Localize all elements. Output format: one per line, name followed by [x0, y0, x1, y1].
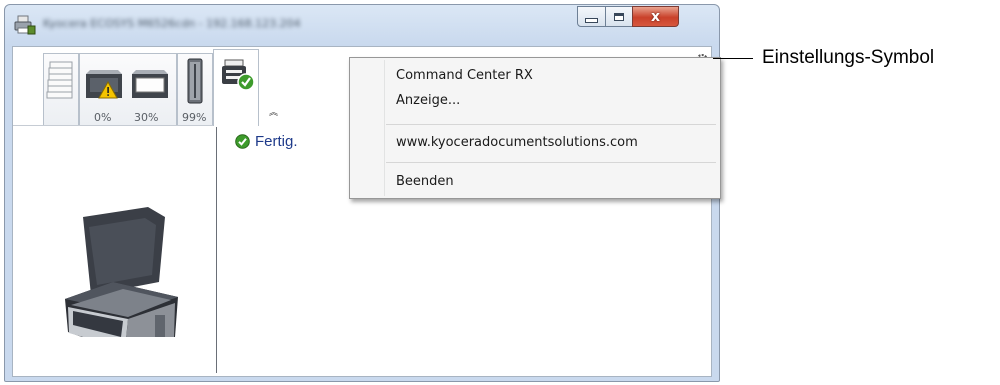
toner-level-2: 30%: [134, 111, 159, 124]
minimize-button[interactable]: [577, 6, 606, 27]
toner-level-1: 0%: [94, 111, 112, 124]
menu-item-display[interactable]: Anzeige...: [396, 91, 460, 111]
printer-image-icon: [65, 207, 178, 337]
panel-divider-horizontal: [13, 125, 213, 126]
maximize-icon: [614, 12, 624, 21]
status-message: Fertig.: [235, 133, 298, 150]
callout-line: [713, 58, 753, 59]
paper-stack-icon: [46, 61, 73, 99]
app-printer-icon: [14, 15, 36, 35]
menu-item-command-center[interactable]: Command Center RX: [396, 66, 533, 86]
minimize-icon: [585, 18, 598, 23]
menu-separator: [386, 162, 716, 163]
close-icon: x: [650, 8, 661, 25]
settings-context-menu: Command Center RX Anzeige... www.kyocera…: [349, 57, 721, 199]
collapse-arrow-icon[interactable]: ︽: [269, 105, 278, 118]
toner-icon: [132, 70, 168, 98]
tab-waste-toner[interactable]: 99%: [177, 53, 213, 125]
tab-paper[interactable]: [43, 53, 79, 125]
tab-printer-status[interactable]: [213, 49, 259, 126]
menu-gutter: [384, 60, 385, 196]
menu-item-website[interactable]: www.kyoceradocumentsolutions.com: [396, 133, 638, 153]
settings-icon-callout: Einstellungs-Symbol: [762, 47, 935, 68]
status-text: Fertig.: [255, 133, 298, 150]
menu-item-exit[interactable]: Beenden: [396, 172, 454, 192]
window-title: Kyocera ECOSYS M6526cdn - 192.168.123.20…: [43, 17, 301, 30]
waste-toner-box-icon: [187, 58, 203, 104]
ready-check-icon: [235, 134, 250, 149]
toner-warning-icon: [86, 70, 122, 99]
panel-divider-vertical: [216, 127, 217, 373]
printer-status-icon: [222, 59, 255, 91]
close-button[interactable]: x: [632, 6, 679, 27]
title-bar[interactable]: Kyocera ECOSYS M6526cdn - 192.168.123.20…: [5, 5, 719, 41]
maximize-button[interactable]: [605, 6, 633, 27]
toner-level-3: 99%: [182, 111, 207, 124]
tab-toner[interactable]: 0% 30%: [79, 53, 177, 125]
menu-separator: [386, 124, 716, 125]
